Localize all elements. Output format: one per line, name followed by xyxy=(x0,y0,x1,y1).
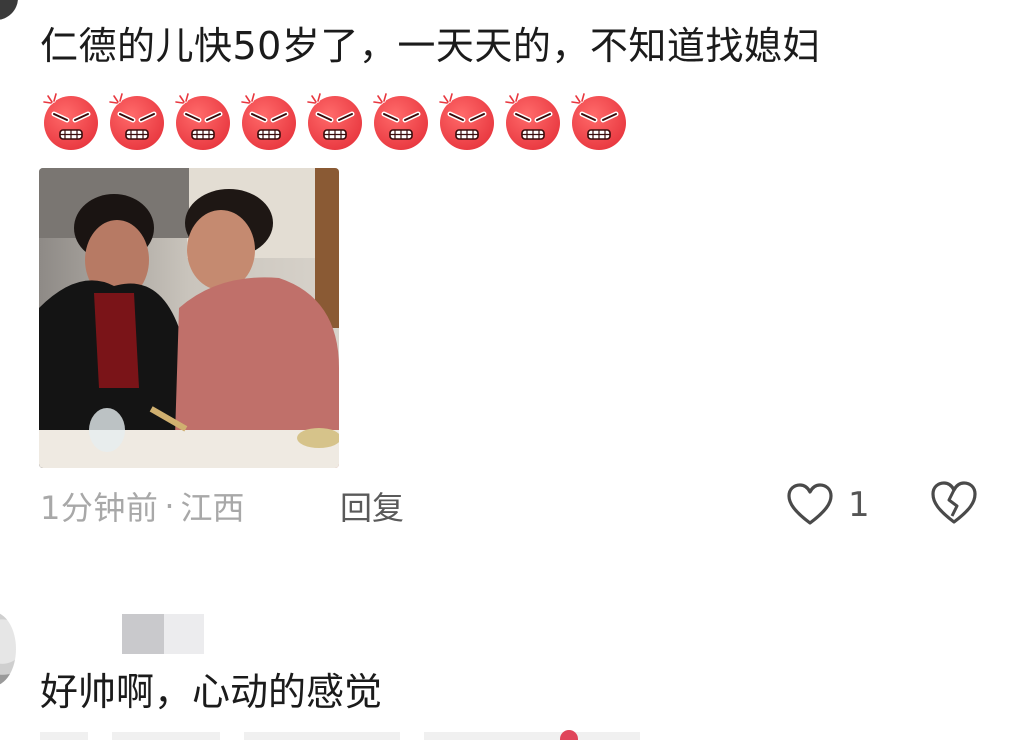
comment-text: 仁德的儿快50岁了，一天天的，不知道找媳妇 xyxy=(40,24,821,68)
comment-meta: 1分钟前 · 江西 xyxy=(40,482,245,530)
reply-button[interactable]: 回复 xyxy=(340,482,404,530)
user-avatar[interactable] xyxy=(0,612,16,686)
comment-feed: 仁德的儿快50岁了，一天天的，不知道找媳妇 1分钟前 · 江西 回复 1 好帅啊… xyxy=(0,0,1029,740)
username-redacted xyxy=(122,614,204,654)
redaction-block xyxy=(164,614,204,654)
comment-text: 好帅啊，心动的感觉 xyxy=(40,670,383,714)
dislike-button[interactable] xyxy=(930,480,980,530)
comment-location: 江西 xyxy=(180,489,245,527)
comment-time: 1分钟前 xyxy=(40,489,159,527)
heart-icon xyxy=(787,483,833,525)
rage-face-emoji xyxy=(436,90,498,152)
meta-separator: · xyxy=(164,487,175,525)
rage-face-emoji xyxy=(568,90,630,152)
user-avatar[interactable] xyxy=(0,0,18,20)
rage-face-emoji xyxy=(172,90,234,152)
rage-face-emoji xyxy=(238,90,300,152)
truncated-text xyxy=(40,732,640,740)
comment-photo[interactable] xyxy=(39,168,339,468)
rage-face-emoji xyxy=(106,90,168,152)
like-count: 1 xyxy=(848,485,870,525)
emoji-row xyxy=(40,90,630,152)
broken-heart-icon xyxy=(931,481,977,524)
like-button[interactable]: 1 xyxy=(786,480,870,530)
rage-face-emoji xyxy=(502,90,564,152)
photo-image xyxy=(39,168,339,468)
rage-face-emoji xyxy=(40,90,102,152)
rage-face-emoji xyxy=(370,90,432,152)
rage-face-emoji xyxy=(304,90,366,152)
redaction-block xyxy=(122,614,164,654)
